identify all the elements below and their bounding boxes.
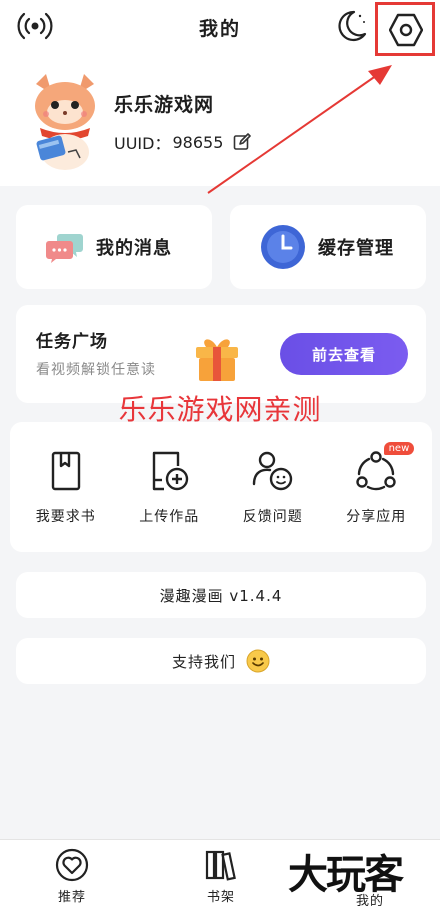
task-title: 任务广场 (36, 332, 108, 352)
nav-label: 书架 (206, 890, 235, 905)
gift-icon (196, 339, 238, 381)
version-row[interactable]: 漫趣漫画 v1.4.4 (16, 572, 426, 618)
tool-request-book[interactable]: 我要求书 (16, 450, 116, 526)
nav-bookshelf[interactable]: 书架 (181, 848, 261, 905)
share-icon (356, 451, 396, 491)
moon-icon[interactable] (334, 8, 368, 44)
cache-label: 缓存管理 (318, 238, 394, 259)
tool-label: 反馈问题 (242, 509, 303, 525)
tool-upload-work[interactable]: 上传作品 (119, 450, 219, 526)
tool-label: 我要求书 (35, 509, 96, 525)
messages-card[interactable]: 我的消息 (16, 205, 212, 289)
settings-highlight-box (375, 2, 435, 56)
task-subtitle: 看视频解锁任意读 (36, 362, 156, 378)
settings-hexagon-icon[interactable] (389, 12, 423, 48)
upload-add-icon (153, 451, 189, 491)
watermark-logo: 大玩客 (288, 842, 428, 898)
heart-circle-icon (55, 848, 89, 882)
support-us-row[interactable]: 支持我们 (16, 638, 426, 684)
version-text: 漫趣漫画 v1.4.4 (159, 586, 283, 605)
messages-label: 我的消息 (96, 238, 172, 259)
uuid-row: UUID： 98655 (114, 130, 252, 154)
clock-icon (261, 225, 305, 269)
chat-bubbles-icon (46, 234, 83, 263)
tool-label: 上传作品 (139, 509, 200, 525)
go-view-button[interactable]: 前去查看 (280, 333, 408, 375)
username: 乐乐游戏网 (114, 94, 215, 116)
nav-label: 推荐 (57, 890, 86, 905)
page-title: 我的 (198, 18, 241, 40)
nav-recommend[interactable]: 推荐 (32, 848, 112, 905)
profile-header: 乐乐游戏网 UUID： 98655 (0, 56, 440, 186)
support-text: 支持我们 (171, 652, 236, 671)
tool-share-app[interactable]: new 分享应用 (326, 442, 426, 526)
logo-text: 大玩客 (288, 852, 404, 898)
smile-emoji-icon (246, 649, 270, 673)
book-icon (51, 451, 80, 491)
avatar[interactable] (28, 72, 102, 172)
tool-feedback[interactable]: 反馈问题 (223, 450, 323, 526)
uuid-value: 98655 (172, 132, 224, 152)
tools-card: 我要求书 上传作品 反馈问题 new 分享应用 (10, 422, 432, 552)
cache-management-card[interactable]: 缓存管理 (230, 205, 426, 289)
edit-icon[interactable] (233, 133, 252, 151)
top-bar: 我的 (0, 0, 440, 56)
tool-label: 分享应用 (346, 509, 407, 525)
uuid-label: UUID： (114, 134, 171, 153)
new-badge: new (383, 442, 415, 455)
feedback-user-icon (252, 451, 292, 491)
bookshelf-icon (205, 850, 236, 881)
